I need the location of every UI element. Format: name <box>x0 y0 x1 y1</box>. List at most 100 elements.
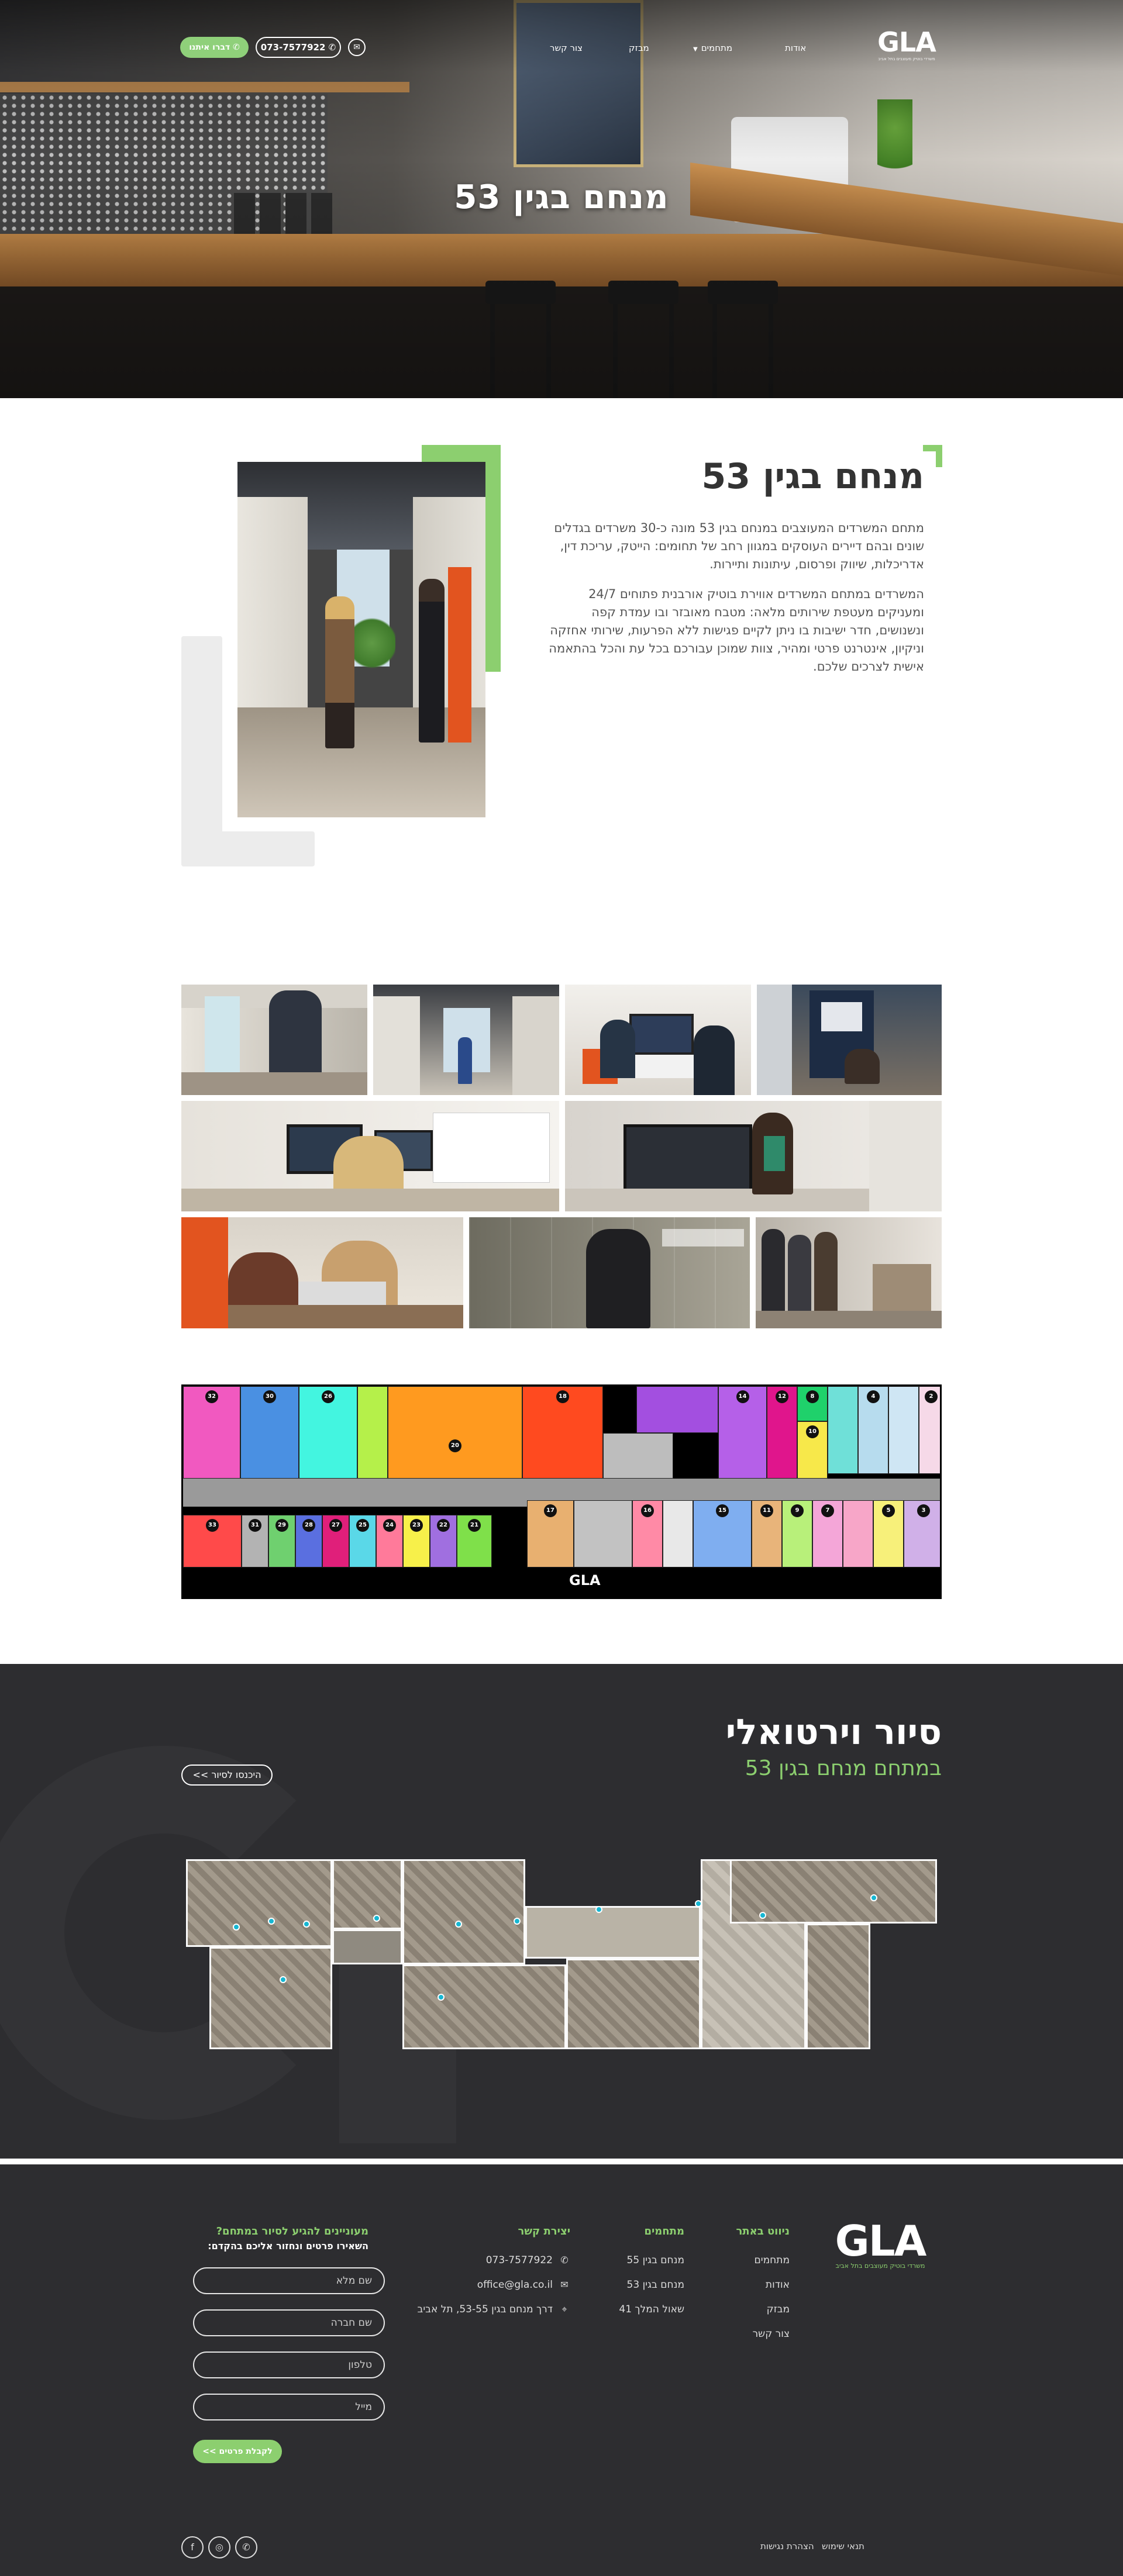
whatsapp-icon[interactable]: ✆ <box>235 2536 257 2558</box>
tour-3d-floorplan[interactable] <box>186 1859 937 2049</box>
floorplan-room[interactable]: 9 <box>782 1500 812 1567</box>
talk-to-us-button[interactable]: ✆ דברו איתנו <box>180 37 249 58</box>
floorplan-room[interactable]: 29 <box>268 1515 295 1567</box>
footer-link[interactable]: שאול המלך 41 <box>608 2297 684 2322</box>
floorplan-room[interactable]: 7 <box>812 1500 843 1567</box>
room-number: 7 <box>821 1504 834 1517</box>
floorplan-room[interactable]: 2 <box>919 1386 940 1474</box>
email-field[interactable] <box>193 2394 385 2420</box>
submit-button[interactable]: לקבלת פרטים >> <box>193 2440 282 2463</box>
footer-phone[interactable]: ✆ 073-7577922 <box>409 2248 570 2273</box>
gallery-photo[interactable] <box>757 985 942 1095</box>
room-number: 31 <box>249 1519 261 1532</box>
tour-hotspot[interactable] <box>303 1921 310 1928</box>
phone-field[interactable] <box>193 2351 385 2378</box>
room-number: 5 <box>882 1504 895 1517</box>
floorplan-room[interactable]: 8 <box>797 1386 828 1421</box>
full-name-field[interactable] <box>193 2267 385 2294</box>
room-number: 18 <box>556 1390 569 1403</box>
floorplan-room[interactable] <box>843 1500 873 1567</box>
floorplan-room[interactable]: 21 <box>457 1515 492 1567</box>
floorplan-room[interactable]: 33 <box>183 1515 242 1567</box>
floorplan-logo: GLA <box>569 1572 601 1589</box>
tour-hotspot[interactable] <box>233 1924 240 1931</box>
nav-item-contact[interactable]: צור קשר <box>550 41 583 55</box>
intro-paragraph: מתחם המשרדים המעוצבים במנחם בגין 53 מונה… <box>554 521 924 571</box>
floorplan-room[interactable]: 24 <box>376 1515 403 1567</box>
floorplan-room[interactable]: 20 <box>388 1386 522 1479</box>
floorplan-room[interactable]: 26 <box>299 1386 357 1479</box>
enter-tour-button[interactable]: היכנסו לסיור >> <box>181 1764 273 1786</box>
room-number: 17 <box>544 1504 557 1517</box>
facebook-icon[interactable]: f <box>181 2536 204 2558</box>
floorplan-room[interactable] <box>636 1386 718 1433</box>
footer-link[interactable]: מבזק <box>725 2297 790 2322</box>
floorplan-room[interactable]: 5 <box>873 1500 904 1567</box>
footer-link[interactable]: אודות <box>725 2273 790 2297</box>
gallery-photo[interactable] <box>469 1217 750 1328</box>
hero-title: מנחם בגין 53 <box>454 178 669 216</box>
gallery-photo[interactable] <box>181 985 367 1095</box>
gallery-photo[interactable] <box>181 1217 463 1328</box>
footer-link[interactable]: צור קשר <box>725 2322 790 2346</box>
gallery-photo[interactable] <box>373 985 559 1095</box>
terms-link[interactable]: תנאי שימוש <box>822 2540 864 2552</box>
floorplan-room[interactable]: 14 <box>718 1386 767 1479</box>
tour-hotspot[interactable] <box>595 1906 602 1913</box>
floorplan-room[interactable]: 4 <box>858 1386 888 1474</box>
tour-hotspot[interactable] <box>373 1915 380 1922</box>
gallery-photo[interactable] <box>565 985 751 1095</box>
tour-hotspot[interactable] <box>438 1994 445 2001</box>
floorplan-room[interactable]: 28 <box>295 1515 322 1567</box>
floorplan-room[interactable]: 16 <box>632 1500 663 1567</box>
company-name-field[interactable] <box>193 2309 385 2336</box>
floorplan-room[interactable]: 27 <box>322 1515 349 1567</box>
accessibility-link[interactable]: הצהרת נגישות <box>760 2540 814 2552</box>
floorplan-room[interactable]: 31 <box>242 1515 268 1567</box>
footer-link[interactable]: מנחם בגין 55 <box>608 2248 684 2273</box>
gallery-photo[interactable] <box>181 1101 559 1211</box>
floorplan-room[interactable] <box>357 1386 388 1479</box>
tour-hotspot[interactable] <box>759 1912 766 1919</box>
floorplan-room[interactable]: 10 <box>797 1421 828 1479</box>
tour-area <box>806 1924 870 2049</box>
footer-address[interactable]: ⌖ דרך מנחם בגין 53-55, תל אביב <box>409 2297 570 2322</box>
phone-button[interactable]: ✆ 073-7577922 <box>256 37 341 58</box>
floorplan-room[interactable]: 17 <box>527 1500 574 1567</box>
site-logo[interactable]: GLA משרדי בוטיק מעוצבים בתל אביב <box>871 28 942 63</box>
email-icon-button[interactable]: ✉ <box>348 39 366 56</box>
footer-logo[interactable]: GLA משרדי בוטיק מעוצבים בתל אביב <box>831 2220 930 2273</box>
tour-hotspot[interactable] <box>870 1894 877 1901</box>
tour-hotspot[interactable] <box>280 1976 287 1983</box>
footer-link[interactable]: מתחמים <box>725 2248 790 2273</box>
tour-hotspot[interactable] <box>695 1900 702 1907</box>
floorplan-room[interactable]: 25 <box>349 1515 376 1567</box>
floorplan-room[interactable]: 11 <box>752 1500 782 1567</box>
floorplan-room[interactable]: 22 <box>430 1515 457 1567</box>
nav-item-about[interactable]: אודות <box>785 41 806 55</box>
floorplan-room[interactable] <box>828 1386 858 1474</box>
floorplan-room[interactable]: 32 <box>183 1386 240 1479</box>
gallery-photo[interactable] <box>756 1217 942 1328</box>
floorplan-room[interactable] <box>888 1386 919 1474</box>
floorplan-room[interactable]: 15 <box>693 1500 752 1567</box>
floorplan-room[interactable]: 30 <box>240 1386 299 1479</box>
room-number: 15 <box>716 1504 729 1517</box>
nav-item-news[interactable]: מבזק <box>629 41 649 55</box>
instagram-icon[interactable]: ◎ <box>208 2536 230 2558</box>
floorplan-room[interactable]: 18 <box>522 1386 603 1479</box>
floorplan-room[interactable] <box>574 1500 632 1567</box>
room-number: 27 <box>329 1519 342 1532</box>
floorplan-room[interactable]: 23 <box>403 1515 430 1567</box>
floorplan-stairs <box>603 1433 673 1479</box>
tour-hotspot[interactable] <box>455 1921 462 1928</box>
gallery-photo[interactable] <box>565 1101 942 1211</box>
floorplan-room[interactable] <box>663 1500 693 1567</box>
footer-email[interactable]: ✉ office@gla.co.il <box>409 2273 570 2297</box>
nav-item-complexes[interactable]: מתחמים▼ <box>693 41 732 57</box>
floorplan-room[interactable]: 3 <box>904 1500 940 1567</box>
tour-hotspot[interactable] <box>514 1918 521 1925</box>
floorplan-room[interactable]: 12 <box>767 1386 797 1479</box>
tour-hotspot[interactable] <box>268 1918 275 1925</box>
footer-link[interactable]: מנחם בגין 53 <box>608 2273 684 2297</box>
